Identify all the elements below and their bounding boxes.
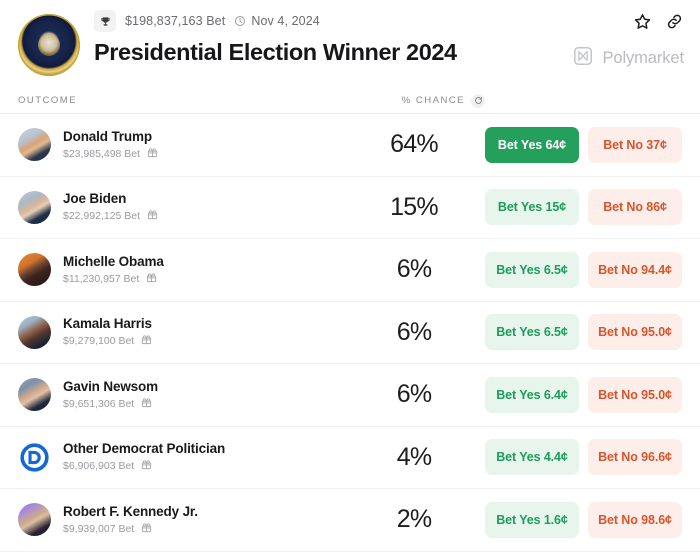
star-icon[interactable]	[633, 12, 652, 31]
gift-icon[interactable]	[147, 209, 158, 223]
gift-icon[interactable]	[141, 334, 152, 348]
chance-percent: 15%	[390, 192, 438, 221]
bet-no-button[interactable]: Bet No 37¢	[588, 126, 682, 163]
bet-no-button[interactable]: Bet No 95.0¢	[588, 314, 682, 351]
bet-no-button[interactable]: Bet No 95.0¢	[588, 376, 682, 413]
market-meta: $198,837,163 Bet Nov 4, 2024	[94, 10, 682, 32]
brand: Polymarket	[572, 45, 684, 72]
avatar	[18, 128, 51, 162]
bet-yes-button[interactable]: Bet Yes 1.6¢	[485, 501, 579, 538]
avatar	[18, 378, 51, 412]
table-row[interactable]: Gavin Newsom $9,651,306 Bet 6% Bet Yes 6.4¢…	[0, 364, 700, 427]
outcome-name: Michelle Obama	[63, 253, 164, 269]
bet-yes-button[interactable]: Bet Yes 4.4¢	[485, 439, 579, 476]
outcome-name: Other Democrat Politician	[63, 441, 226, 457]
presidential-seal-icon	[18, 14, 80, 76]
bet-yes-button[interactable]: Bet Yes 15¢	[485, 189, 579, 226]
outcome-name: Kamala Harris	[63, 316, 152, 332]
market-header: $198,837,163 Bet Nov 4, 2024 Presidentia…	[0, 0, 700, 88]
avatar	[18, 190, 51, 224]
bet-no-button[interactable]: Bet No 96.6¢	[588, 439, 682, 476]
outcome-name: Donald Trump	[63, 128, 152, 144]
gift-icon[interactable]	[141, 459, 152, 473]
gift-icon[interactable]	[141, 397, 152, 411]
avatar	[18, 503, 51, 537]
column-header-outcome: OUTCOME	[18, 95, 78, 106]
outcome-volume: $9,651,306 Bet	[63, 397, 135, 410]
table-row[interactable]: Joe Biden $22,992,125 Bet 15% Bet Yes 15¢ Be…	[0, 177, 700, 239]
avatar	[18, 440, 51, 474]
outcome-volume: $9,939,007 Bet	[63, 522, 135, 535]
chance-percent: 64%	[390, 130, 438, 159]
chance-percent: 2%	[396, 505, 432, 534]
bet-no-button[interactable]: Bet No 86¢	[588, 189, 682, 226]
outcome-name: Robert F. Kennedy Jr.	[63, 503, 198, 519]
avatar	[18, 315, 51, 349]
market-end-date: Nov 4, 2024	[251, 14, 320, 28]
table-row[interactable]: Donald Trump $23,985,498 Bet 64% Bet Yes 64…	[0, 114, 700, 177]
refresh-icon[interactable]	[471, 93, 485, 108]
column-header-chance: % CHANCE	[401, 95, 465, 106]
outcome-volume: $6,906,903 Bet	[63, 460, 135, 473]
outcome-volume: $11,230,957 Bet	[63, 272, 140, 285]
outcome-volume: $22,992,125 Bet	[63, 210, 141, 223]
market-volume: $198,837,163 Bet	[125, 14, 226, 28]
outcome-volume: $9,279,100 Bet	[63, 335, 135, 348]
bet-no-button[interactable]: Bet No 98.6¢	[588, 501, 682, 538]
table-row[interactable]: Other Democrat Politician $6,906,903 Bet 4…	[0, 427, 700, 489]
gift-icon[interactable]	[141, 522, 152, 536]
table-row[interactable]: Michelle Obama $11,230,957 Bet 6% Bet Yes 6…	[0, 239, 700, 302]
table-row[interactable]: Robert F. Kennedy Jr. $9,939,007 Bet 2% Bet…	[0, 489, 700, 552]
bet-yes-button[interactable]: Bet Yes 6.4¢	[485, 376, 579, 413]
gift-icon[interactable]	[147, 147, 158, 161]
chance-percent: 6%	[396, 380, 432, 409]
trophy-icon	[94, 10, 116, 32]
chance-percent: 4%	[396, 442, 432, 471]
link-icon[interactable]	[665, 12, 684, 31]
outcomes-list: Donald Trump $23,985,498 Bet 64% Bet Yes 64…	[0, 114, 700, 552]
gift-icon[interactable]	[146, 272, 157, 286]
table-row[interactable]: Kamala Harris $9,279,100 Bet 6% Bet Yes 6.5…	[0, 302, 700, 364]
bet-yes-button[interactable]: Bet Yes 6.5¢	[485, 251, 579, 288]
bet-yes-button[interactable]: Bet Yes 6.5¢	[485, 314, 579, 351]
outcome-volume: $23,985,498 Bet	[63, 147, 141, 160]
chance-percent: 6%	[396, 255, 432, 284]
chance-percent: 6%	[396, 317, 432, 346]
bet-no-button[interactable]: Bet No 94.4¢	[588, 251, 682, 288]
outcome-name: Gavin Newsom	[63, 378, 158, 394]
clock-icon	[235, 16, 246, 26]
table-header: OUTCOME % CHANCE	[0, 88, 700, 114]
brand-name: Polymarket	[602, 49, 684, 67]
avatar	[18, 253, 51, 287]
bet-yes-button[interactable]: Bet Yes 64¢	[485, 126, 579, 163]
outcome-name: Joe Biden	[63, 191, 127, 207]
polymarket-logo-icon	[572, 45, 594, 72]
